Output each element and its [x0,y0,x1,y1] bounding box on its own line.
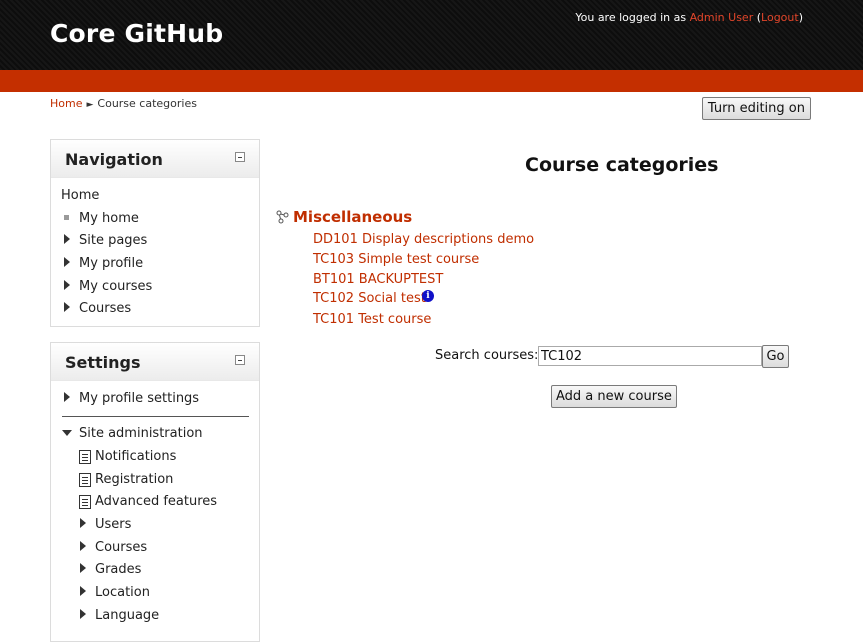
admin-folder-location[interactable]: Location [95,585,150,600]
category-icon [276,210,289,224]
nav-item-my-profile[interactable]: My profile [79,256,143,271]
user-link[interactable]: Admin User [690,11,754,24]
admin-link-advanced-features[interactable]: Advanced features [95,494,217,509]
search-courses-label: Search courses: [435,348,539,363]
settings-item-my-profile-settings[interactable]: My profile settings [79,391,199,406]
logout-close: ) [798,11,803,24]
settings-title: Settings [65,353,141,372]
breadcrumb: Home ► Course categories [50,97,197,110]
course-link[interactable]: TC103 Simple test course [313,252,479,267]
settings-block: Settings My profile settings Site admini… [50,342,260,642]
divider [62,416,249,417]
logout-open: ( [753,11,762,24]
nav-item-my-home[interactable]: My home [79,211,139,226]
expand-arrow-icon[interactable] [64,257,70,267]
collapse-icon[interactable] [235,355,245,365]
admin-folder-users[interactable]: Users [95,517,131,532]
login-info: You are logged in as Admin User (Logout) [575,11,803,24]
category-link-miscellaneous[interactable]: Miscellaneous [293,208,412,226]
expand-arrow-icon[interactable] [80,518,86,528]
admin-folder-grades[interactable]: Grades [95,562,141,577]
nav-item-site-pages[interactable]: Site pages [79,233,147,248]
breadcrumb-home[interactable]: Home [50,97,82,110]
expand-arrow-icon[interactable] [80,541,86,551]
nav-item-home[interactable]: Home [61,188,99,203]
nav-item-courses[interactable]: Courses [79,301,131,316]
admin-folder-courses[interactable]: Courses [95,540,147,555]
expand-arrow-icon[interactable] [80,586,86,596]
collapse-arrow-icon[interactable] [62,430,72,436]
expand-arrow-icon[interactable] [64,392,70,402]
breadcrumb-current: Course categories [97,97,197,110]
expand-arrow-icon[interactable] [64,302,70,312]
navigation-block: Navigation Home My home Site pages My pr… [50,139,260,327]
course-link[interactable]: DD101 Display descriptions demo [313,232,534,247]
expand-arrow-icon[interactable] [80,609,86,619]
breadcrumb-separator-icon: ► [86,100,94,110]
accent-bar [0,70,863,92]
navigation-title: Navigation [65,150,163,169]
document-icon [79,473,91,487]
collapse-icon[interactable] [235,152,245,162]
settings-item-site-administration[interactable]: Site administration [79,426,203,441]
page-header: Core GitHub You are logged in as Admin U… [0,0,863,70]
admin-link-registration[interactable]: Registration [95,472,173,487]
search-courses-input[interactable] [538,346,762,366]
expand-arrow-icon[interactable] [64,234,70,244]
document-icon [79,450,91,464]
course-link[interactable]: TC102 Social test [313,291,426,306]
turn-editing-on-button[interactable]: Turn editing on [701,97,811,120]
navigation-block-header: Navigation [51,140,259,178]
add-new-course-button[interactable]: Add a new course [551,385,677,408]
expand-arrow-icon[interactable] [80,563,86,573]
admin-link-notifications[interactable]: Notifications [95,449,176,464]
info-icon[interactable]: i [422,290,434,302]
admin-folder-language[interactable]: Language [95,608,159,623]
page-title-text: Course categories [525,154,719,176]
course-link[interactable]: TC101 Test course [313,312,431,327]
expand-arrow-icon[interactable] [64,280,70,290]
settings-block-header: Settings [51,343,259,381]
logout-link[interactable]: Logout [761,11,799,24]
search-go-button[interactable]: Go [762,345,789,368]
nav-item-my-courses[interactable]: My courses [79,279,152,294]
login-prefix: You are logged in as [575,11,690,24]
site-title[interactable]: Core GitHub [50,19,223,48]
bullet-icon [64,215,69,220]
document-icon [79,495,91,509]
course-link[interactable]: BT101 BACKUPTEST [313,272,443,287]
